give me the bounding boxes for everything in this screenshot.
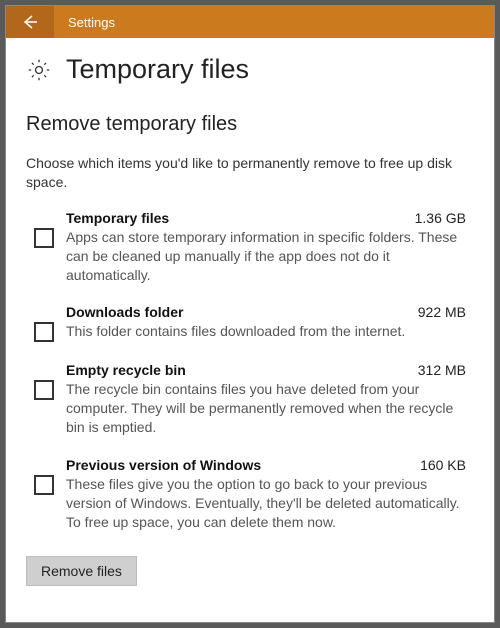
item-size: 922 MB xyxy=(418,304,466,320)
settings-window: Settings Temporary files Remove temporar… xyxy=(5,5,495,623)
item-description: These files give you the option to go ba… xyxy=(66,475,466,532)
list-item: Previous version of Windows 160 KB These… xyxy=(26,457,474,532)
item-title: Empty recycle bin xyxy=(66,362,186,378)
item-description: The recycle bin contains files you have … xyxy=(66,380,466,437)
item-title: Downloads folder xyxy=(66,304,183,320)
titlebar-title: Settings xyxy=(68,15,115,30)
item-body: Empty recycle bin 312 MB The recycle bin… xyxy=(66,362,466,437)
checkbox-temporary-files[interactable] xyxy=(34,228,54,248)
item-title: Previous version of Windows xyxy=(66,457,261,473)
item-header: Temporary files 1.36 GB xyxy=(66,210,466,226)
section-title: Remove temporary files xyxy=(26,113,474,136)
item-size: 160 KB xyxy=(420,457,466,473)
checkbox-downloads-folder[interactable] xyxy=(34,322,54,342)
item-body: Previous version of Windows 160 KB These… xyxy=(66,457,466,532)
item-header: Previous version of Windows 160 KB xyxy=(66,457,466,473)
item-body: Temporary files 1.36 GB Apps can store t… xyxy=(66,210,466,285)
item-title: Temporary files xyxy=(66,210,169,226)
checkbox-previous-windows[interactable] xyxy=(34,475,54,495)
item-size: 1.36 GB xyxy=(415,210,466,226)
page-title: Temporary files xyxy=(66,54,249,85)
item-header: Empty recycle bin 312 MB xyxy=(66,362,466,378)
list-item: Temporary files 1.36 GB Apps can store t… xyxy=(26,210,474,285)
section-description: Choose which items you'd like to permane… xyxy=(26,154,474,192)
item-header: Downloads folder 922 MB xyxy=(66,304,466,320)
item-body: Downloads folder 922 MB This folder cont… xyxy=(66,304,466,341)
titlebar: Settings xyxy=(6,6,494,38)
remove-files-button[interactable]: Remove files xyxy=(26,556,137,586)
list-item: Empty recycle bin 312 MB The recycle bin… xyxy=(26,362,474,437)
item-size: 312 MB xyxy=(418,362,466,378)
checkbox-empty-recycle-bin[interactable] xyxy=(34,380,54,400)
item-description: This folder contains files downloaded fr… xyxy=(66,322,466,341)
content-area: Temporary files Remove temporary files C… xyxy=(6,38,494,622)
list-item: Downloads folder 922 MB This folder cont… xyxy=(26,304,474,342)
gear-icon xyxy=(26,57,52,83)
page-header: Temporary files xyxy=(26,54,474,85)
item-description: Apps can store temporary information in … xyxy=(66,228,466,285)
arrow-left-icon xyxy=(20,12,40,32)
back-button[interactable] xyxy=(6,6,54,38)
